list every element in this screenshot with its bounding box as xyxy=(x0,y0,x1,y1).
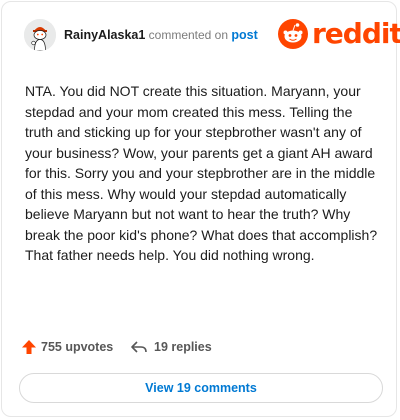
reddit-snoo-icon xyxy=(278,19,308,49)
comment-card: RainyAlaska1 commented on post reddit NT… xyxy=(1,1,400,417)
reply-control[interactable]: 19 replies xyxy=(130,339,212,355)
view-comments-button[interactable]: View 19 comments xyxy=(19,373,383,403)
comment-body: NTA. You did NOT create this situation. … xyxy=(25,83,378,263)
reply-count: 19 replies xyxy=(154,340,212,354)
post-link[interactable]: post xyxy=(231,28,257,42)
username-link[interactable]: RainyAlaska1 xyxy=(64,28,145,42)
reddit-logo[interactable]: reddit xyxy=(278,18,400,50)
comment-header: RainyAlaska1 commented on post xyxy=(64,28,258,42)
reddit-wordmark: reddit xyxy=(312,17,400,50)
upvote-count: 755 upvotes xyxy=(41,340,114,354)
snoo-avatar-icon xyxy=(24,19,56,51)
reply-arrow-icon xyxy=(131,341,147,353)
action-text: commented on xyxy=(148,28,229,42)
upvote-control[interactable]: 755 upvotes xyxy=(21,339,113,355)
upvote-arrow-icon xyxy=(22,340,36,354)
user-avatar[interactable] xyxy=(24,19,56,51)
